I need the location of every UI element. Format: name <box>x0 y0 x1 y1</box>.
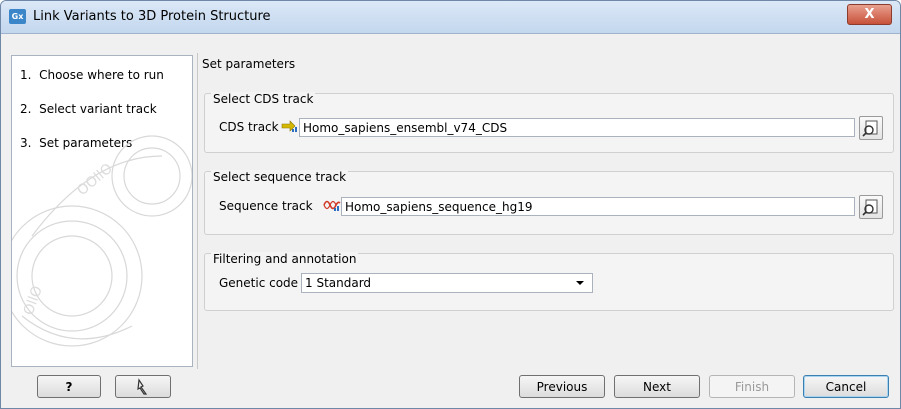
browse-icon <box>862 199 878 216</box>
window-title: Link Variants to 3D Protein Structure <box>33 9 271 24</box>
sequence-track-icon <box>323 197 341 211</box>
browse-cds-button[interactable] <box>859 116 883 140</box>
wizard-window: Gx Link Variants to 3D Protein Structure… <box>0 0 901 409</box>
cds-track-icon <box>281 118 299 132</box>
reset-button[interactable] <box>115 375 171 398</box>
browse-sequence-button[interactable] <box>859 195 883 219</box>
app-icon: Gx <box>9 9 26 24</box>
svg-text:OOllO: OOllO <box>74 161 116 200</box>
step-number: 1. <box>20 68 32 82</box>
step-label: Select variant track <box>39 102 157 116</box>
reset-arrow-icon <box>137 378 148 395</box>
step-label: Choose where to run <box>39 68 164 82</box>
parameters-panel: Set parameters Select CDS track CDS trac… <box>197 53 898 369</box>
cds-track-field[interactable]: Homo_sapiens_ensembl_v74_CDS <box>299 118 855 137</box>
button-bar: ? Previous Next Finish Cancel <box>1 371 900 408</box>
title-bar[interactable]: Gx Link Variants to 3D Protein Structure… <box>1 1 900 34</box>
chevron-down-icon <box>576 281 584 285</box>
genetic-code-dropdown[interactable]: 1 Standard <box>301 273 593 293</box>
wizard-steps-panel: 1. Choose where to run 2. Select variant… <box>11 55 193 367</box>
group-title: Filtering and annotation <box>211 252 359 266</box>
cancel-button[interactable]: Cancel <box>803 375 889 398</box>
svg-text:OllO: OllO <box>21 284 46 318</box>
sequence-track-label: Sequence track <box>219 199 313 213</box>
decorative-swirl-logo: OOllO OllO <box>12 135 192 347</box>
filtering-annotation-group: Filtering and annotation Genetic code 1 … <box>204 252 894 311</box>
group-title: Select sequence track <box>211 170 349 184</box>
help-button[interactable]: ? <box>37 375 101 398</box>
genetic-code-label: Genetic code <box>219 276 299 290</box>
previous-button[interactable]: Previous <box>519 375 605 398</box>
wizard-step-2: 2. Select variant track <box>20 102 157 116</box>
page-title: Set parameters <box>202 57 296 71</box>
step-number: 2. <box>20 102 32 116</box>
close-button[interactable]: X <box>847 4 892 25</box>
wizard-step-1: 1. Choose where to run <box>20 68 164 82</box>
sequence-track-field[interactable]: Homo_sapiens_sequence_hg19 <box>341 197 855 216</box>
dropdown-value: 1 Standard <box>305 276 372 290</box>
cds-track-label: CDS track <box>219 120 279 134</box>
group-title: Select CDS track <box>211 92 316 106</box>
next-button[interactable]: Next <box>614 375 700 398</box>
browse-icon <box>862 120 878 137</box>
cds-track-group: Select CDS track CDS track Homo_sapiens_… <box>204 92 894 153</box>
sequence-track-group: Select sequence track Sequence track Hom… <box>204 170 894 235</box>
finish-button[interactable]: Finish <box>709 375 795 398</box>
